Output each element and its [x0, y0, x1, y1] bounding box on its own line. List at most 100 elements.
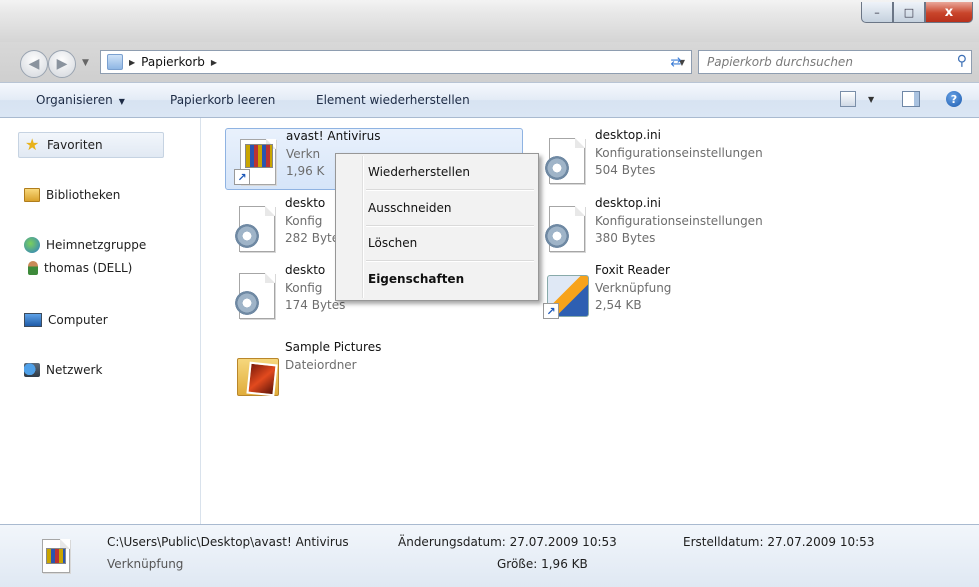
selected-item-type: Verknüpfung — [107, 557, 184, 571]
close-button[interactable]: x — [925, 2, 973, 23]
file-type: Konfigurationseinstellungen — [595, 214, 763, 228]
config-file-icon — [233, 206, 279, 252]
breadcrumb-papierkorb[interactable]: Papierkorb — [141, 55, 205, 69]
file-size-detail: Größe: 1,96 KB — [497, 557, 588, 571]
file-name: Sample Pictures — [285, 340, 382, 354]
sidebar-item-network[interactable]: Netzwerk — [24, 363, 102, 377]
folder-shape — [237, 358, 279, 397]
forward-button[interactable]: ▶ — [48, 50, 76, 78]
arrow-left-icon: ◀ — [28, 56, 40, 72]
sidebar-item-computer[interactable]: Computer — [24, 313, 108, 327]
title-bar: – □ x — [0, 0, 979, 42]
minimize-button[interactable]: – — [861, 2, 893, 23]
file-name: desktop.ini — [595, 128, 661, 142]
computer-icon — [24, 313, 42, 327]
menu-item-cut[interactable]: Ausschneiden — [368, 201, 451, 215]
foxit-shortcut-icon: ↗ — [543, 273, 589, 319]
details-pane: C:\Users\Public\Desktop\avast! Antivirus… — [0, 524, 979, 587]
sidebar-item-label: Favoriten — [47, 138, 103, 152]
file-type: Verknüpfung — [595, 281, 672, 295]
menu-item-properties[interactable]: Eigenschaften — [368, 272, 464, 286]
file-size: 504 Bytes — [595, 163, 656, 177]
file-size: 380 Bytes — [595, 231, 656, 245]
menu-item-restore[interactable]: Wiederherstellen — [368, 165, 470, 179]
file-size: 2,54 KB — [595, 298, 642, 312]
breadcrumb: ▶ Papierkorb ▶ — [129, 55, 217, 69]
menu-divider — [366, 260, 534, 262]
menu-item-delete[interactable]: Löschen — [368, 236, 417, 250]
modified-date: Änderungsdatum: 27.07.2009 10:53 — [398, 535, 617, 549]
window-controls: – □ x — [861, 2, 973, 23]
empty-recycle-bin-button[interactable]: Papierkorb leeren — [170, 93, 275, 107]
gear-icon — [545, 156, 569, 180]
navigation-buttons: ◀ ▶ ▼ — [20, 50, 100, 78]
config-file-icon — [233, 273, 279, 319]
sidebar-item-user[interactable]: thomas (DELL) — [28, 261, 132, 275]
breadcrumb-arrow-icon[interactable]: ▶ — [129, 58, 135, 67]
file-type: Konfig — [285, 281, 323, 295]
back-button[interactable]: ◀ — [20, 50, 48, 78]
change-view-icon[interactable] — [840, 91, 856, 107]
sidebar-item-label: thomas (DELL) — [44, 261, 133, 275]
chevron-down-icon: ▼ — [118, 97, 125, 106]
menu-divider — [366, 189, 534, 191]
address-field[interactable]: ▶ Papierkorb ▶ ▼ — [100, 50, 692, 74]
gear-icon — [545, 224, 569, 248]
file-item-desktop-ini[interactable]: desktop.ini Konfigurationseinstellungen … — [535, 196, 835, 256]
sidebar-item-homegroup[interactable]: Heimnetzgruppe — [24, 237, 146, 253]
sidebar-item-favorites[interactable]: ★ Favoriten — [18, 132, 164, 158]
command-bar: Organisieren ▼ Papierkorb leeren Element … — [0, 83, 979, 118]
avast-shortcut-icon: ↗ — [234, 139, 280, 185]
sidebar-item-libraries[interactable]: Bibliotheken — [24, 188, 120, 202]
network-icon — [24, 363, 40, 377]
menu-divider — [366, 225, 534, 227]
file-type: Konfig — [285, 214, 323, 228]
file-name: deskto — [285, 196, 326, 210]
maximize-button[interactable]: □ — [893, 2, 925, 23]
file-name: Foxit Reader — [595, 263, 670, 277]
restore-item-button[interactable]: Element wiederherstellen — [316, 93, 470, 107]
recycle-bin-icon — [107, 54, 123, 70]
view-dropdown-icon[interactable]: ▼ — [868, 95, 874, 104]
file-name: desktop.ini — [595, 196, 661, 210]
document-icon — [42, 539, 70, 573]
help-icon[interactable]: ? — [946, 91, 962, 107]
created-date: Erstelldatum: 27.07.2009 10:53 — [683, 535, 875, 549]
preview-pane-icon[interactable] — [902, 91, 920, 107]
avast-shortcut-icon — [42, 539, 70, 573]
sidebar-item-label: Netzwerk — [46, 363, 103, 377]
homegroup-icon — [24, 237, 40, 253]
navigation-pane: ★ Favoriten Bibliotheken Heimnetzgruppe … — [0, 118, 201, 524]
search-input[interactable] — [699, 54, 949, 70]
recent-pages-dropdown[interactable]: ▼ — [82, 58, 89, 68]
user-icon — [28, 261, 38, 275]
arrow-right-icon: ▶ — [56, 56, 68, 72]
organize-button[interactable]: Organisieren ▼ — [36, 93, 125, 107]
file-type: Verkn — [286, 147, 321, 161]
file-type: Dateiordner — [285, 358, 357, 372]
gear-icon — [235, 224, 259, 248]
explorer-window: – □ x ◀ ▶ ▼ ▶ Papierkorb ▶ ▼ ⇄ ⚲ Organis… — [0, 0, 979, 587]
file-size: 1,96 K — [286, 164, 325, 178]
sidebar-scrollbar[interactable] — [0, 118, 8, 524]
library-icon — [24, 188, 40, 202]
refresh-icon[interactable]: ⇄ — [664, 53, 688, 71]
selected-item-path: C:\Users\Public\Desktop\avast! Antivirus — [107, 535, 349, 549]
file-name: avast! Antivirus — [286, 129, 381, 143]
folder-icon — [233, 350, 279, 397]
file-item-foxit-reader[interactable]: ↗ Foxit Reader Verknüpfung 2,54 KB — [535, 263, 835, 323]
sidebar-item-label: Heimnetzgruppe — [46, 238, 147, 252]
file-list: ↗ avast! Antivirus Verkn 1,96 K desktop.… — [201, 118, 979, 524]
search-box[interactable]: ⚲ — [698, 50, 972, 74]
star-icon: ★ — [25, 135, 40, 154]
gear-icon — [235, 291, 259, 315]
file-item-sample-pictures[interactable]: Sample Pictures Dateiordner — [225, 340, 521, 400]
shortcut-arrow-icon: ↗ — [543, 303, 559, 319]
search-icon[interactable]: ⚲ — [957, 53, 967, 69]
organize-label: Organisieren — [36, 93, 113, 107]
context-menu: Wiederherstellen Ausschneiden Löschen Ei… — [335, 153, 539, 301]
breadcrumb-arrow-icon[interactable]: ▶ — [211, 58, 217, 67]
sidebar-item-label: Bibliotheken — [46, 188, 121, 202]
shortcut-arrow-icon: ↗ — [234, 169, 250, 185]
file-item-desktop-ini[interactable]: desktop.ini Konfigurationseinstellungen … — [535, 128, 835, 188]
